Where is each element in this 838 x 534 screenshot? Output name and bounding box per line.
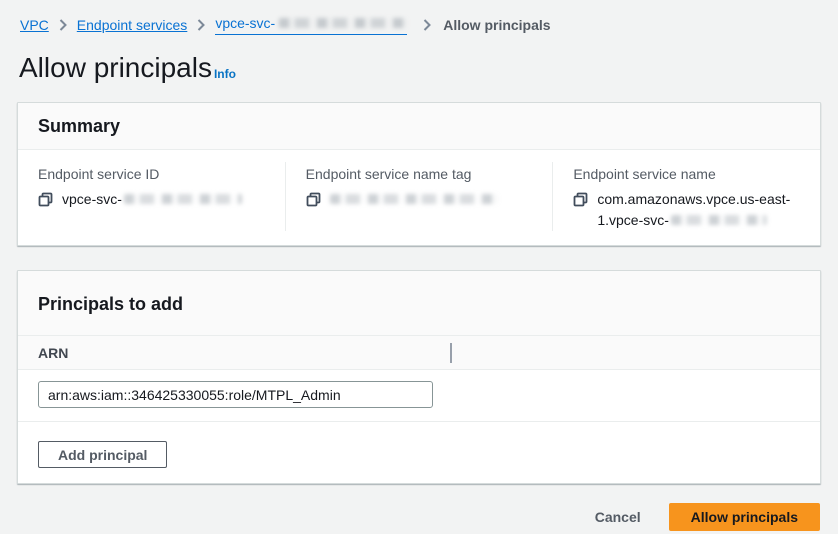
- info-link[interactable]: Info: [214, 67, 236, 81]
- summary-field-endpoint-service-id: Endpoint service ID vpce-svc-: [18, 162, 285, 231]
- add-principal-row: Add principal: [18, 421, 820, 483]
- page-header: Allow principals Info: [17, 52, 821, 84]
- redacted-text: [279, 18, 407, 28]
- copy-icon[interactable]: [306, 192, 321, 207]
- summary-field-endpoint-service-name: Endpoint service name com.amazonaws.vpce…: [552, 162, 820, 231]
- cancel-button[interactable]: Cancel: [593, 505, 643, 529]
- field-value-text: [330, 189, 498, 210]
- copy-icon[interactable]: [573, 192, 588, 207]
- add-principal-button[interactable]: Add principal: [38, 441, 167, 468]
- footer-actions: Cancel Allow principals: [17, 503, 821, 531]
- page: VPC Endpoint services vpce-svc- Allow pr…: [0, 0, 838, 531]
- summary-card-header: Summary: [18, 103, 820, 150]
- principals-to-add-card: Principals to add ARN Add principal: [17, 270, 821, 484]
- field-value: [306, 189, 533, 210]
- arn-column-header: ARN: [38, 345, 68, 361]
- field-value: vpce-svc-: [38, 189, 265, 210]
- field-label: Endpoint service name tag: [306, 164, 533, 184]
- field-value-text: vpce-svc-: [62, 189, 242, 210]
- copy-icon[interactable]: [38, 192, 53, 207]
- chevron-right-icon: [423, 19, 431, 31]
- column-resize-handle[interactable]: [450, 343, 452, 363]
- chevron-right-icon: [197, 19, 205, 31]
- breadcrumb-item-endpoint-services[interactable]: Endpoint services: [77, 16, 188, 34]
- arn-table-header: ARN: [18, 336, 820, 370]
- breadcrumb-item-label: vpce-svc-: [215, 14, 275, 32]
- summary-card: Summary Endpoint service ID vpce-svc- En…: [17, 102, 821, 246]
- breadcrumb-item-current: Allow principals: [443, 16, 550, 34]
- summary-field-endpoint-service-name-tag: Endpoint service name tag: [285, 162, 553, 231]
- chevron-right-icon: [59, 19, 67, 31]
- principals-card-header: Principals to add: [18, 271, 820, 336]
- breadcrumb-item-vpc[interactable]: VPC: [20, 16, 49, 34]
- principals-title: Principals to add: [38, 294, 800, 315]
- field-value-text: com.amazonaws.vpce.us-east-1.vpce-svc-: [597, 189, 800, 231]
- arn-input[interactable]: [38, 381, 433, 408]
- breadcrumb: VPC Endpoint services vpce-svc- Allow pr…: [17, 0, 821, 35]
- redacted-text: [330, 194, 498, 204]
- arn-input-row: [18, 370, 820, 421]
- allow-principals-button[interactable]: Allow principals: [669, 503, 820, 531]
- field-value: com.amazonaws.vpce.us-east-1.vpce-svc-: [573, 189, 800, 231]
- summary-title: Summary: [38, 116, 800, 137]
- summary-body: Endpoint service ID vpce-svc- Endpoint s…: [18, 150, 820, 245]
- field-label: Endpoint service name: [573, 164, 800, 184]
- redacted-text: [671, 215, 767, 225]
- breadcrumb-item-endpoint-service-id[interactable]: vpce-svc-: [215, 14, 407, 35]
- field-label: Endpoint service ID: [38, 164, 265, 184]
- redacted-text: [124, 194, 242, 204]
- page-title: Allow principals: [19, 52, 212, 84]
